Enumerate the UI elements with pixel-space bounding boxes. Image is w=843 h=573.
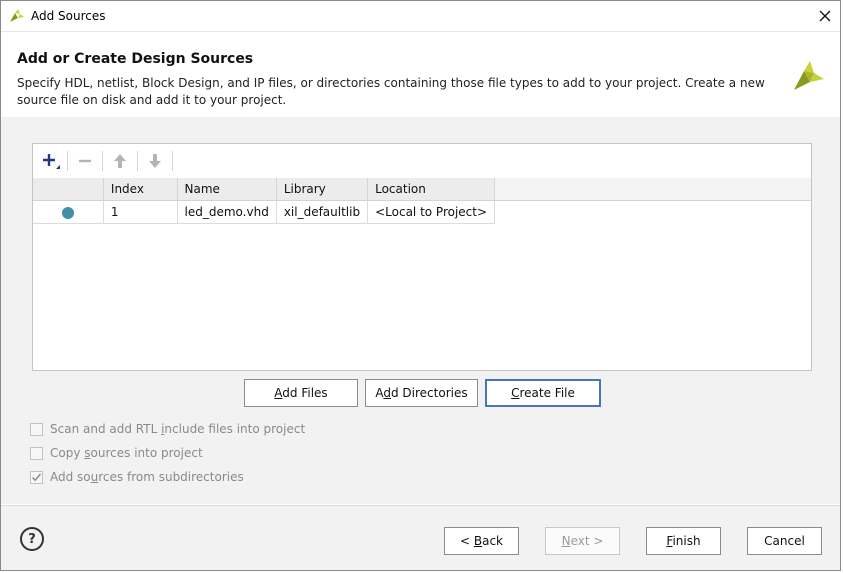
scan-rtl-label: Scan and add RTL include files into proj… (50, 422, 306, 436)
column-header-name[interactable]: Name (177, 178, 277, 201)
button-label: < Back (459, 534, 503, 548)
arrow-up-icon (114, 154, 126, 168)
checkmark-icon (31, 473, 42, 481)
sources-table: Index Name Library Location 1 led_demo.v… (33, 178, 811, 224)
dialog-content: Index Name Library Location 1 led_demo.v… (1, 117, 840, 504)
dialog-header: Add or Create Design Sources Specify HDL… (1, 32, 840, 116)
add-directories-button[interactable]: Add Directories (365, 379, 478, 407)
library-cell[interactable]: xil_defaultlib (276, 200, 369, 224)
scan-rtl-option[interactable]: Scan and add RTL include files into proj… (30, 420, 305, 438)
add-subdirs-option[interactable]: Add sources from subdirectories (30, 468, 244, 486)
index-cell: 1 (103, 200, 178, 224)
column-header-index[interactable]: Index (103, 178, 178, 201)
move-up-button[interactable] (107, 149, 133, 173)
close-button[interactable] (810, 1, 840, 31)
title-bar: Add Sources (1, 1, 840, 32)
cancel-button[interactable]: Cancel (747, 527, 822, 555)
copy-sources-label: Copy sources into project (50, 446, 203, 460)
copy-sources-option[interactable]: Copy sources into project (30, 444, 203, 462)
name-cell: led_demo.vhd (177, 200, 277, 224)
location-cell: <Local to Project> (367, 200, 496, 224)
add-source-button[interactable] (38, 149, 64, 173)
back-button[interactable]: < Back (444, 527, 519, 555)
move-down-button[interactable] (142, 149, 168, 173)
source-status-icon (61, 206, 74, 219)
vivado-logo-icon (10, 9, 24, 22)
table-header-row: Index Name Library Location (33, 178, 811, 201)
page-description: Specify HDL, netlist, Block Design, and … (17, 76, 765, 107)
status-cell (33, 200, 104, 224)
vivado-brand-logo-icon (794, 61, 824, 90)
add-subdirs-checkbox[interactable] (30, 470, 43, 484)
add-sources-dialog: Add Sources Add or Create Design Sources… (0, 0, 841, 571)
close-icon (819, 10, 831, 22)
toolbar-separator (172, 151, 173, 171)
button-label: Finish (666, 534, 701, 548)
column-header-status[interactable] (33, 178, 104, 201)
toolbar-separator (67, 151, 68, 171)
scan-rtl-checkbox[interactable] (30, 422, 43, 436)
add-files-button[interactable]: Add Files (244, 379, 358, 407)
arrow-down-icon (149, 154, 161, 168)
copy-sources-checkbox[interactable] (30, 446, 43, 460)
minus-icon (79, 159, 91, 163)
finish-button[interactable]: Finish (646, 527, 721, 555)
column-header-filler (494, 178, 811, 201)
help-icon: ? (28, 531, 36, 547)
add-subdirs-label: Add sources from subdirectories (50, 470, 244, 484)
table-row[interactable]: 1 led_demo.vhd xil_defaultlib <Local to … (33, 200, 811, 224)
toolbar-separator (137, 151, 138, 171)
button-label: Add Files (274, 386, 328, 400)
help-button[interactable]: ? (20, 527, 44, 551)
next-button[interactable]: Next > (545, 527, 620, 555)
column-header-library[interactable]: Library (276, 178, 369, 201)
button-label: Next > (561, 534, 604, 548)
plus-icon (43, 154, 60, 169)
page-title: Add or Create Design Sources (17, 51, 254, 67)
window-title: Add Sources (31, 9, 106, 23)
sources-toolbar (33, 144, 811, 179)
button-label: Add Directories (375, 386, 468, 400)
create-file-button[interactable]: Create File (485, 379, 601, 407)
remove-source-button[interactable] (72, 149, 98, 173)
sources-panel: Index Name Library Location 1 led_demo.v… (32, 143, 812, 371)
toolbar-separator (102, 151, 103, 171)
column-header-location[interactable]: Location (367, 178, 496, 201)
row-filler (495, 201, 811, 224)
dialog-footer: ? < Back Next > Finish Cancel (1, 505, 840, 570)
button-label: Create File (511, 386, 575, 400)
